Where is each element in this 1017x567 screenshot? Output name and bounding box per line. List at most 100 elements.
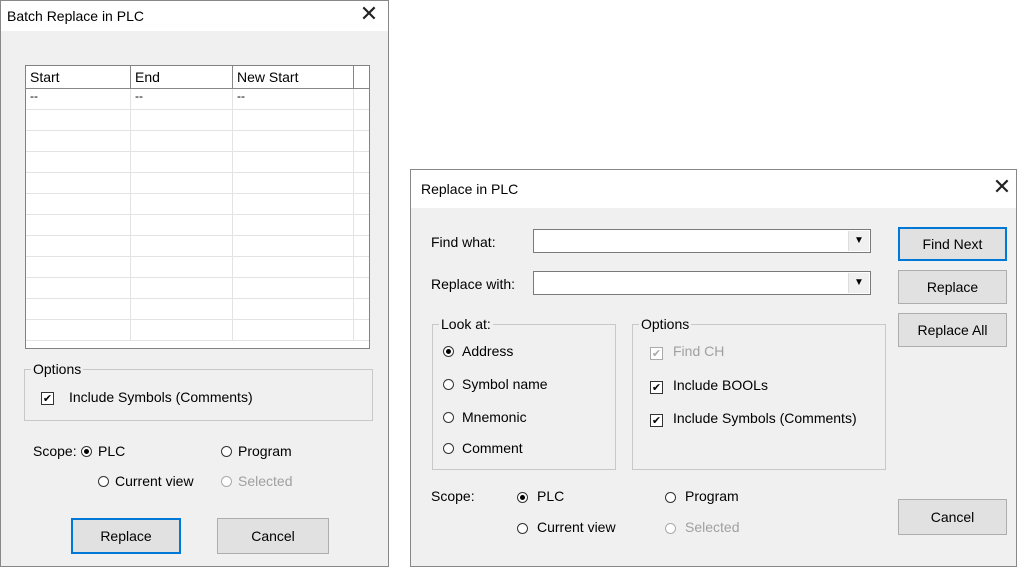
column-header-start[interactable]: Start [26, 66, 131, 89]
table-cell[interactable] [130, 277, 233, 299]
table-cell-filler [353, 193, 369, 215]
table-cell[interactable] [26, 214, 131, 236]
include-symbols-checkbox[interactable]: ✔ [650, 414, 663, 427]
table-cell-filler [353, 130, 369, 152]
table-cell[interactable] [26, 319, 131, 341]
look-at-group: Look at: Address Symbol name Mnemonic Co… [432, 316, 616, 470]
table-cell[interactable] [26, 193, 131, 215]
table-cell-filler [353, 277, 369, 299]
column-header-filler [353, 66, 369, 89]
table-cell[interactable] [26, 256, 131, 278]
table-cell[interactable] [130, 130, 233, 152]
table-cell[interactable] [130, 109, 233, 131]
chevron-down-icon[interactable]: ▼ [848, 273, 869, 293]
table-cell[interactable] [130, 319, 233, 341]
table-cell-filler [353, 151, 369, 173]
look-at-comment-radio[interactable] [443, 443, 454, 454]
table-row[interactable] [26, 214, 369, 236]
table-row[interactable]: -- -- -- [26, 88, 369, 110]
look-at-symbol-name-radio[interactable] [443, 379, 454, 390]
chevron-down-icon[interactable]: ▼ [848, 231, 869, 251]
column-header-new-start[interactable]: New Start [232, 66, 354, 89]
table-cell[interactable] [26, 298, 131, 320]
include-symbols-checkbox[interactable]: ✔ [41, 392, 54, 405]
scope-plc-radio[interactable] [81, 446, 92, 457]
table-cell[interactable] [232, 172, 354, 194]
table-row[interactable] [26, 298, 369, 320]
table-row[interactable] [26, 151, 369, 173]
table-cell[interactable] [232, 109, 354, 131]
close-icon[interactable]: ✕ [990, 177, 1014, 201]
scope-plc-radio[interactable] [517, 492, 528, 503]
table-row[interactable] [26, 256, 369, 278]
replace-with-label: Replace with: [431, 276, 516, 292]
scope-current-view-label: Current view [537, 519, 616, 535]
scope-selected-radio [221, 476, 232, 487]
scope-current-view-radio[interactable] [98, 476, 109, 487]
find-what-label: Find what: [431, 234, 496, 250]
address-table[interactable]: Start End New Start -- -- -- [26, 66, 369, 341]
table-cell[interactable] [26, 235, 131, 257]
close-icon[interactable]: ✕ [357, 4, 381, 28]
table-cell-filler [353, 88, 369, 110]
replace-button[interactable]: Replace [71, 518, 181, 554]
table-row[interactable] [26, 109, 369, 131]
replace-all-button[interactable]: Replace All [898, 313, 1007, 347]
table-cell[interactable] [130, 235, 233, 257]
table-cell[interactable] [232, 319, 354, 341]
table-cell[interactable] [26, 130, 131, 152]
column-header-end[interactable]: End [130, 66, 233, 89]
scope-selected-radio [665, 523, 676, 534]
table-cell[interactable] [130, 151, 233, 173]
table-cell[interactable] [232, 256, 354, 278]
scope-label: Scope: [33, 443, 77, 459]
scope-current-view-radio[interactable] [517, 523, 528, 534]
table-row[interactable] [26, 130, 369, 152]
table-cell[interactable] [130, 298, 233, 320]
table-cell[interactable] [26, 172, 131, 194]
table-cell[interactable]: -- [232, 88, 354, 110]
options-group-label: Options [639, 316, 692, 332]
table-cell[interactable] [232, 130, 354, 152]
table-cell[interactable]: -- [130, 88, 233, 110]
cancel-button[interactable]: Cancel [898, 499, 1007, 535]
table-cell[interactable] [130, 256, 233, 278]
include-bools-checkbox[interactable]: ✔ [650, 381, 663, 394]
find-what-combo[interactable]: ▼ [533, 229, 871, 253]
table-row[interactable] [26, 172, 369, 194]
scope-program-radio[interactable] [221, 446, 232, 457]
table-cell[interactable] [232, 193, 354, 215]
look-at-mnemonic-label: Mnemonic [462, 409, 527, 425]
table-row[interactable] [26, 235, 369, 257]
look-at-address-radio[interactable] [443, 346, 454, 357]
replace-with-combo[interactable]: ▼ [533, 271, 871, 295]
table-cell[interactable] [232, 151, 354, 173]
find-next-button[interactable]: Find Next [898, 227, 1007, 261]
table-row[interactable] [26, 193, 369, 215]
table-cell[interactable] [232, 298, 354, 320]
table-row[interactable] [26, 277, 369, 299]
dialog-title: Replace in PLC [421, 181, 519, 197]
table-cell[interactable] [130, 193, 233, 215]
table-cell-filler [353, 298, 369, 320]
scope-program-radio[interactable] [665, 492, 676, 503]
table-cell[interactable] [130, 172, 233, 194]
table-cell-filler [353, 214, 369, 236]
table-cell[interactable] [26, 277, 131, 299]
include-bools-label: Include BOOLs [673, 377, 768, 393]
table-cell[interactable] [232, 235, 354, 257]
look-at-mnemonic-radio[interactable] [443, 412, 454, 423]
table-cell[interactable]: -- [26, 88, 131, 110]
dialog-title: Batch Replace in PLC [7, 8, 144, 24]
table-cell[interactable] [26, 109, 131, 131]
replace-button[interactable]: Replace [898, 270, 1007, 304]
scope-current-view-label: Current view [115, 473, 194, 489]
table-row[interactable] [26, 319, 369, 341]
scope-plc-label: PLC [98, 443, 126, 459]
find-ch-label: Find CH [673, 343, 725, 359]
table-cell[interactable] [26, 151, 131, 173]
cancel-button[interactable]: Cancel [217, 518, 329, 554]
table-cell[interactable] [232, 277, 354, 299]
table-cell[interactable] [130, 214, 233, 236]
table-cell[interactable] [232, 214, 354, 236]
